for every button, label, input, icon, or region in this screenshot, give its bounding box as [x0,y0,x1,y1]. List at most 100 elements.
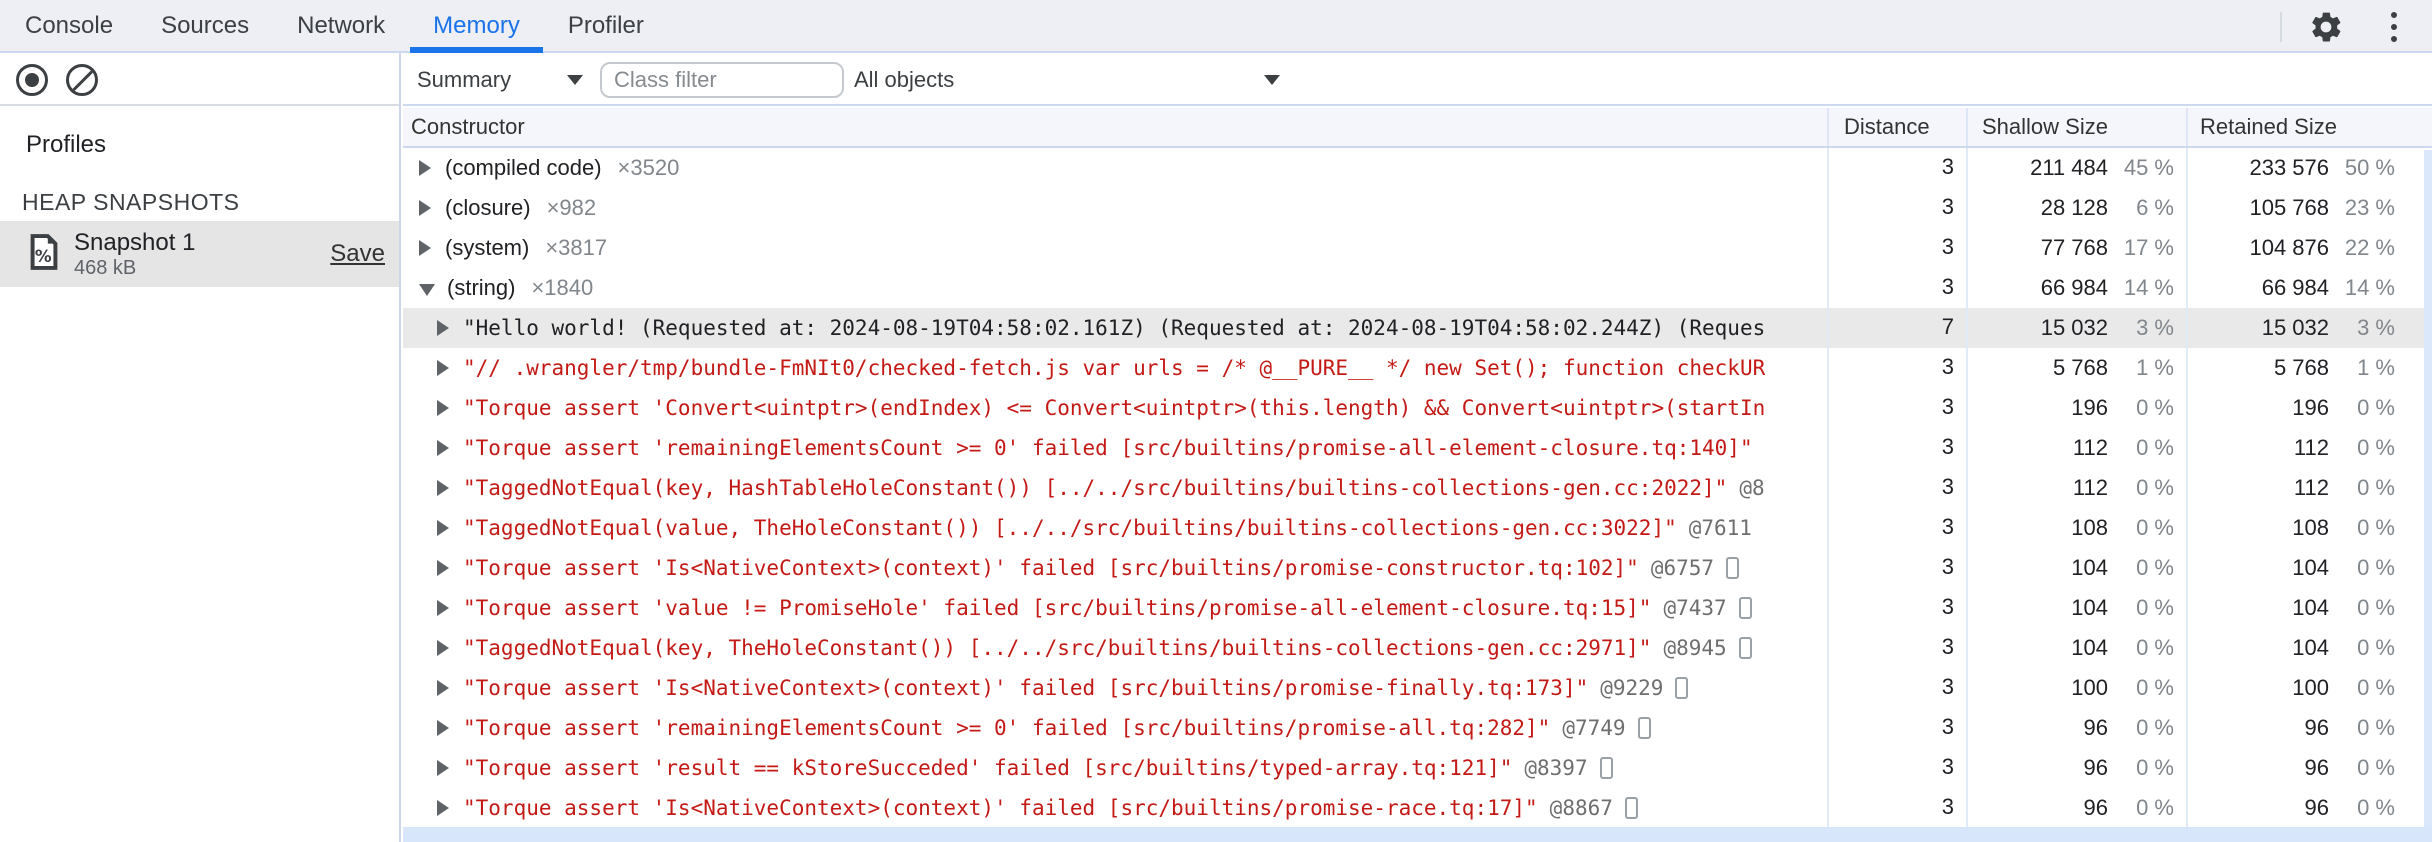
table-row[interactable]: "TaggedNotEqual(value, TheHoleConstant()… [403,508,2432,548]
reveal-box-icon[interactable] [1738,637,1752,659]
expand-arrow-icon[interactable] [437,400,449,416]
scrollbar-gutter[interactable] [2424,150,2432,842]
column-header-shallow-size[interactable]: Shallow Size [1966,108,2186,146]
table-row[interactable]: (system) ×3817 3 77 768 17 % 104 876 22 % [403,228,2432,268]
string-value: "Torque assert 'Is<NativeContext>(contex… [463,676,1589,700]
expand-arrow-icon[interactable] [437,480,449,496]
object-id: @8 [1739,476,1765,500]
expand-arrow-icon[interactable] [437,320,449,336]
retained-size-cell: 104 0 % [2186,628,2432,668]
expand-arrow-icon[interactable] [419,283,435,296]
shallow-size-cell: 108 0 % [1966,508,2186,548]
column-header-distance[interactable]: Distance [1827,108,1966,146]
expand-arrow-icon[interactable] [419,240,431,256]
constructor-cell: (compiled code) ×3520 [403,148,1827,188]
snapshot-meta: Snapshot 1 468 kB [74,229,330,279]
table-row[interactable]: "Torque assert 'remainingElementsCount >… [403,708,2432,748]
object-context-select[interactable]: All objects [854,53,1280,106]
table-row[interactable]: "Torque assert 'result == kStoreSucceded… [403,748,2432,788]
column-header-constructor[interactable]: Constructor [403,114,1827,140]
expand-arrow-icon[interactable] [437,360,449,376]
table-row[interactable]: (string) ×1840 3 66 984 14 % 66 984 14 % [403,268,2432,308]
reveal-box-icon[interactable] [1637,717,1651,739]
table-row[interactable]: "Torque assert 'Is<NativeContext>(contex… [403,548,2432,588]
tab-memory[interactable]: Memory [410,0,543,53]
retained-size-value: 5 768 [2273,355,2329,380]
reveal-box-icon[interactable] [1624,797,1638,819]
table-row[interactable]: "Torque assert 'Is<NativeContext>(contex… [403,668,2432,708]
retained-size-percent: 1 % [2357,355,2395,380]
expand-arrow-icon[interactable] [437,760,449,776]
sidebar-item-snapshot-1[interactable]: % Snapshot 1 468 kB Save [0,221,399,287]
reveal-box-icon[interactable] [1726,557,1740,579]
heap-snapshot-data-grid: Constructor Distance Shallow Size Retain… [403,108,2432,842]
table-row[interactable]: "Torque assert 'remainingElementsCount >… [403,428,2432,468]
expand-arrow-icon[interactable] [437,600,449,616]
record-heap-snapshot-icon[interactable] [16,64,48,96]
column-header-retained-size[interactable]: Retained Size [2186,108,2432,146]
shallow-size-value: 104 [2071,595,2108,620]
string-entry: "Torque assert 'Is<NativeContext>(contex… [463,556,1740,580]
shallow-size-cell: 66 984 14 % [1966,268,2186,308]
tab-network[interactable]: Network [274,0,408,51]
table-row[interactable]: "// .wrangler/tmp/bundle-FmNIt0/checked-… [403,348,2432,388]
shallow-size-cell: 28 128 6 % [1966,188,2186,228]
distance-value: 3 [1827,348,1966,388]
settings-gear-icon[interactable] [2306,7,2346,47]
table-row[interactable]: (closure) ×982 3 28 128 6 % 105 768 23 % [403,188,2432,228]
retained-size-percent: 0 % [2357,475,2395,500]
tab-console[interactable]: Console [2,0,136,51]
reveal-box-icon[interactable] [1738,597,1752,619]
snapshot-size: 468 kB [74,257,137,279]
distance-value: 3 [1827,588,1966,628]
table-row[interactable]: "TaggedNotEqual(key, HashTableHoleConsta… [403,468,2432,508]
expand-arrow-icon[interactable] [437,440,449,456]
expand-arrow-icon[interactable] [437,680,449,696]
shallow-size-cell: 15 032 3 % [1966,308,2186,348]
table-row[interactable]: "TaggedNotEqual(key, TheHoleConstant()) … [403,628,2432,668]
retained-size-percent: 0 % [2357,435,2395,460]
clear-profiles-icon[interactable] [66,64,98,96]
retained-size-cell: 96 0 % [2186,708,2432,748]
tab-sources[interactable]: Sources [138,0,272,51]
shallow-size-cell: 104 0 % [1966,628,2186,668]
shallow-size-value: 104 [2071,555,2108,580]
constructor-name: (system) [445,235,530,260]
reveal-box-icon[interactable] [1675,677,1689,699]
table-row[interactable]: (compiled code) ×3520 3 211 484 45 % 233 … [403,148,2432,188]
table-row[interactable]: "Torque assert 'Convert<uintptr>(endInde… [403,388,2432,428]
save-snapshot-link[interactable]: Save [330,240,385,268]
group-entry: (closure) ×982 [445,195,596,221]
string-entry: "Torque assert 'result == kStoreSucceded… [463,756,1613,780]
shallow-size-cell: 104 0 % [1966,588,2186,628]
tab-profiler[interactable]: Profiler [545,0,667,51]
string-value: "Hello world! (Requested at: 2024-08-19T… [463,316,1766,340]
expand-arrow-icon[interactable] [419,160,431,176]
shallow-size-value: 112 [2072,475,2108,500]
expand-arrow-icon[interactable] [437,800,449,816]
perspective-select[interactable]: Summary [417,53,583,106]
heap-snapshot-icon: % [28,233,60,276]
shallow-size-percent: 0 % [2136,795,2174,820]
reveal-box-icon[interactable] [1599,757,1613,779]
table-row[interactable]: "Torque assert 'Is<NativeContext>(contex… [403,788,2432,828]
object-id: @8945 [1663,636,1727,660]
more-options-icon[interactable] [2374,7,2414,47]
expand-arrow-icon[interactable] [437,560,449,576]
shallow-size-value: 104 [2071,635,2108,660]
constructor-cell: "Torque assert 'remainingElementsCount >… [403,428,1827,468]
shallow-size-value: 77 768 [2040,235,2108,260]
object-id: @7437 [1663,596,1727,620]
table-row[interactable]: "Torque assert 'value != PromiseHole' fa… [403,588,2432,628]
table-row[interactable]: "Hello world! (Requested at: 2024-08-19T… [403,308,2432,348]
string-value: "Torque assert 'Convert<uintptr>(endInde… [463,396,1766,420]
shallow-size-cell: 77 768 17 % [1966,228,2186,268]
expand-arrow-icon[interactable] [437,720,449,736]
expand-arrow-icon[interactable] [419,200,431,216]
shallow-size-value: 96 [2083,795,2108,820]
class-filter-input[interactable] [600,62,844,98]
expand-arrow-icon[interactable] [437,640,449,656]
retained-size-cell: 108 0 % [2186,508,2432,548]
expand-arrow-icon[interactable] [437,520,449,536]
retained-size-value: 66 984 [2261,275,2329,300]
